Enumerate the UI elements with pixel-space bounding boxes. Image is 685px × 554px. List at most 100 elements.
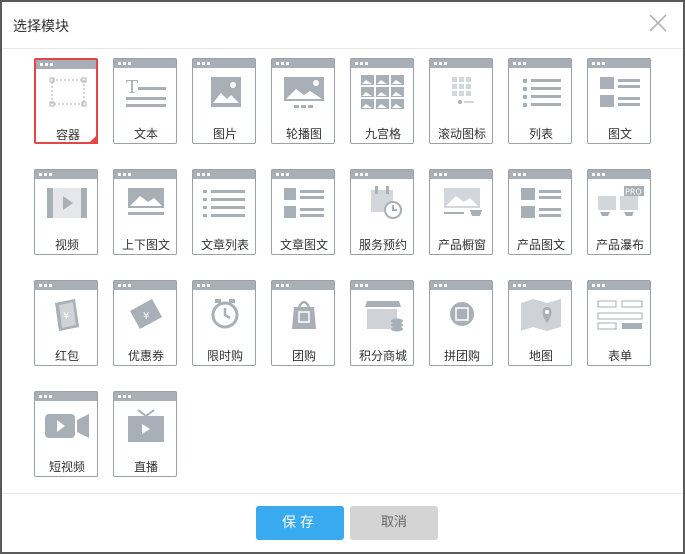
module-label: 产品橱窗 bbox=[437, 238, 486, 252]
module-label: 红包 bbox=[54, 349, 79, 363]
window-bar bbox=[114, 281, 176, 290]
module-thumbnail: 滚动图标 bbox=[429, 58, 493, 144]
points-mall-icon bbox=[365, 301, 403, 332]
selected-corner-marker bbox=[88, 134, 98, 144]
window-bar bbox=[35, 281, 97, 290]
module-thumbnail: 拼团购 bbox=[429, 280, 493, 366]
close-icon[interactable] bbox=[647, 12, 669, 34]
red-packet-icon: ¥ bbox=[55, 299, 79, 331]
article-list-icon bbox=[203, 190, 245, 217]
module-thumbnail: 图文 bbox=[587, 58, 651, 144]
module-thumbnail: 上下图文 bbox=[113, 169, 177, 255]
svg-text:¥: ¥ bbox=[143, 311, 149, 322]
svg-text:¥: ¥ bbox=[63, 311, 69, 322]
module-image[interactable]: 图片 bbox=[192, 58, 258, 153]
module-scroll-icons[interactable]: 滚动图标 bbox=[429, 58, 495, 153]
group-buy-icon bbox=[292, 300, 316, 329]
flash-sale-icon bbox=[211, 299, 239, 329]
module-live[interactable]: 直播 bbox=[113, 391, 179, 486]
service-booking-icon bbox=[371, 186, 402, 219]
window-bar bbox=[351, 281, 413, 290]
text-icon: T bbox=[126, 77, 166, 107]
module-label: 图文 bbox=[607, 127, 632, 141]
module-thumbnail: 文章列表 bbox=[192, 169, 256, 255]
module-label: 表单 bbox=[607, 349, 632, 363]
module-thumbnail: 轮播图 bbox=[271, 58, 335, 144]
module-thumbnail: 地图 bbox=[508, 280, 572, 366]
module-thumbnail: 列表 bbox=[508, 58, 572, 144]
module-label: 产品图文 bbox=[516, 238, 565, 252]
article-image-text-icon bbox=[284, 188, 324, 218]
module-points-mall[interactable]: 积分商城 bbox=[350, 280, 416, 375]
product-image-text-icon bbox=[521, 188, 561, 218]
save-button[interactable]: 保存 bbox=[256, 506, 344, 540]
window-bar bbox=[351, 59, 413, 68]
window-bar bbox=[509, 281, 571, 290]
window-bar bbox=[351, 170, 413, 179]
module-text[interactable]: T 文本 bbox=[113, 58, 179, 153]
dialog-title: 选择模块 bbox=[13, 19, 69, 35]
module-thumbnail: ¥ 红包 bbox=[34, 280, 98, 366]
module-label: 短视频 bbox=[48, 460, 85, 474]
short-video-icon bbox=[45, 414, 89, 438]
module-thumbnail: 限时购 bbox=[192, 280, 256, 366]
module-product-showcase[interactable]: 产品橱窗 bbox=[429, 169, 495, 264]
module-thumbnail: 服务预约 bbox=[350, 169, 414, 255]
image-icon bbox=[211, 77, 241, 107]
live-icon bbox=[128, 409, 164, 442]
module-video[interactable]: 视频 bbox=[34, 169, 100, 264]
module-coupon[interactable]: ¥ 优惠券 bbox=[113, 280, 179, 375]
window-bar bbox=[272, 281, 334, 290]
top-bottom-image-text-icon bbox=[128, 188, 164, 215]
svg-text:T: T bbox=[126, 77, 138, 98]
module-form[interactable]: 表单 bbox=[587, 280, 653, 375]
module-service-booking[interactable]: 服务预约 bbox=[350, 169, 416, 264]
module-product-waterfall[interactable]: PRO 产品瀑布 bbox=[587, 169, 653, 264]
module-label: 滚动图标 bbox=[437, 127, 486, 141]
module-label: 文本 bbox=[133, 127, 158, 141]
module-red-packet[interactable]: ¥ 红包 bbox=[34, 280, 100, 375]
module-label: 团购 bbox=[291, 349, 316, 363]
module-label: 文章列表 bbox=[200, 238, 249, 252]
module-flash-sale[interactable]: 限时购 bbox=[192, 280, 258, 375]
dialog-header: 选择模块 bbox=[2, 2, 683, 49]
module-article-list[interactable]: 文章列表 bbox=[192, 169, 258, 264]
module-grid[interactable]: 九宫格 bbox=[350, 58, 416, 153]
module-map[interactable]: 地图 bbox=[508, 280, 574, 375]
window-bar bbox=[114, 59, 176, 68]
module-team-buy[interactable]: 拼团购 bbox=[429, 280, 495, 375]
module-thumbnail: 产品图文 bbox=[508, 169, 572, 255]
window-bar bbox=[588, 170, 650, 179]
module-thumbnail: ¥ 优惠券 bbox=[113, 280, 177, 366]
window-bar bbox=[193, 281, 255, 290]
module-top-bottom-image-text[interactable]: 上下图文 bbox=[113, 169, 179, 264]
module-article-image-text[interactable]: 文章图文 bbox=[271, 169, 337, 264]
module-short-video[interactable]: 短视频 bbox=[34, 391, 100, 486]
module-label: 列表 bbox=[528, 127, 553, 141]
module-thumbnail: 表单 bbox=[587, 280, 651, 366]
module-thumbnail: 短视频 bbox=[34, 391, 98, 477]
cancel-button[interactable]: 取消 bbox=[350, 506, 438, 540]
module-thumbnail: T 文本 bbox=[113, 58, 177, 144]
module-carousel[interactable]: 轮播图 bbox=[271, 58, 337, 153]
product-waterfall-icon: PRO bbox=[598, 186, 644, 216]
module-product-image-text[interactable]: 产品图文 bbox=[508, 169, 574, 264]
module-container[interactable]: 容器 bbox=[34, 58, 100, 153]
module-label: 视频 bbox=[54, 238, 79, 252]
window-bar bbox=[430, 59, 492, 68]
select-module-dialog: 选择模块 容器 T 文本 图片 轮播图 九宫格 滚动图标 列表 图文视频 上下图文 文章列表 文章图文… bbox=[2, 2, 683, 552]
module-label: 九宫格 bbox=[364, 127, 401, 141]
window-bar bbox=[193, 170, 255, 179]
module-group-buy[interactable]: 团购 bbox=[271, 280, 337, 375]
module-image-text[interactable]: 图文 bbox=[587, 58, 653, 153]
dialog-footer: 保存 取消 bbox=[2, 493, 683, 552]
module-thumbnail: 视频 bbox=[34, 169, 98, 255]
window-bar bbox=[35, 392, 97, 401]
module-list[interactable]: 列表 bbox=[508, 58, 574, 153]
window-bar bbox=[509, 170, 571, 179]
list-icon bbox=[523, 79, 561, 107]
module-thumbnail: 团购 bbox=[271, 280, 335, 366]
module-thumbnail: 产品橱窗 bbox=[429, 169, 493, 255]
container-icon bbox=[49, 77, 87, 107]
window-bar bbox=[272, 59, 334, 68]
